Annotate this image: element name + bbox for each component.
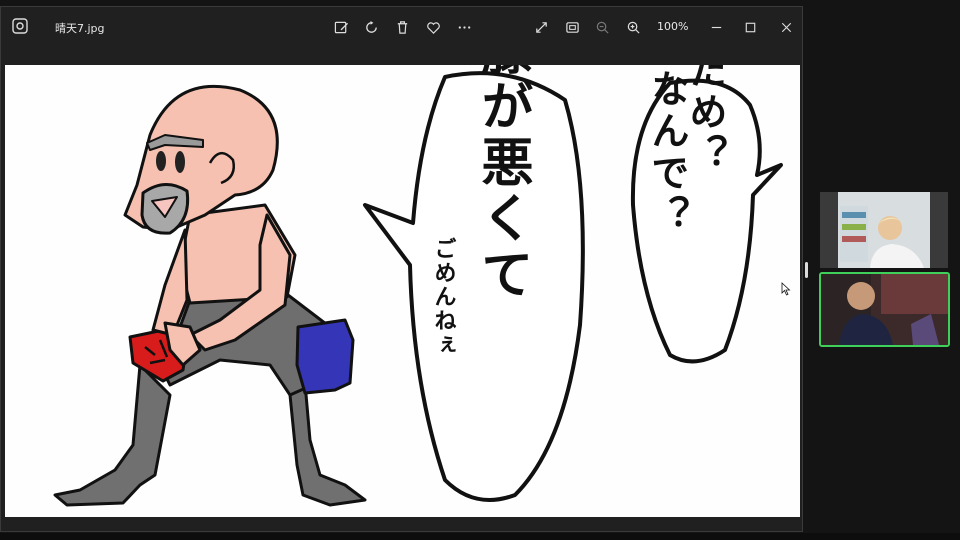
svg-text:膝が悪くて: 膝が悪くて [472,65,533,303]
fullscreen-icon[interactable] [531,17,551,37]
taskbar-edge [0,533,960,540]
participant-video-tile-1[interactable] [820,192,948,268]
bubble-right-line1: だめ？ [683,65,727,176]
speech-bubble-right: だめ？ なんで？ [630,65,783,364]
maximize-icon[interactable] [740,17,760,37]
bubble-right-line2: なんで？ [645,69,689,237]
wrestler-illustration [53,84,367,507]
title-bar: 晴天7.jpg 100% [1,7,802,47]
comic-image: 膝が悪くて ごめんねぇ だめ？ なんで？ [53,65,783,507]
minimize-icon[interactable] [706,17,726,37]
panel-resize-handle[interactable] [805,262,808,278]
fit-screen-icon[interactable] [562,17,582,37]
zoom-out-icon[interactable] [592,17,612,37]
edit-image-icon[interactable] [331,17,351,37]
file-name: 晴天7.jpg [55,22,105,35]
photo-viewer-window: 晴天7.jpg 100% 膝が悪くて ごめんねぇ だめ？ なんで？ [0,6,803,532]
image-canvas[interactable]: 膝が悪くて ごめんねぇ だめ？ なんで？ [5,65,800,517]
participant-video-tile-2[interactable] [819,272,950,347]
rotate-icon[interactable] [361,17,381,37]
mouse-cursor [781,282,791,296]
zoom-level[interactable]: 100% [657,20,688,33]
bubble-center-main: 膝が悪くて [472,65,533,303]
participant-video-2 [821,274,948,345]
delete-icon[interactable] [392,17,412,37]
participant-video-1 [820,192,948,268]
bubble-center-sub: ごめんねぇ [431,237,457,357]
svg-text:なんで？: なんで？ [645,69,689,237]
zoom-in-icon[interactable] [623,17,643,37]
svg-text:ごめんねぇ: ごめんねぇ [431,237,457,357]
speech-bubble-center: 膝が悪くて ごめんねぇ [363,65,585,502]
close-icon[interactable] [776,17,796,37]
photos-app-icon [12,18,28,34]
favorite-icon[interactable] [423,17,443,37]
svg-text:だめ？: だめ？ [683,65,727,176]
more-icon[interactable] [454,17,474,37]
